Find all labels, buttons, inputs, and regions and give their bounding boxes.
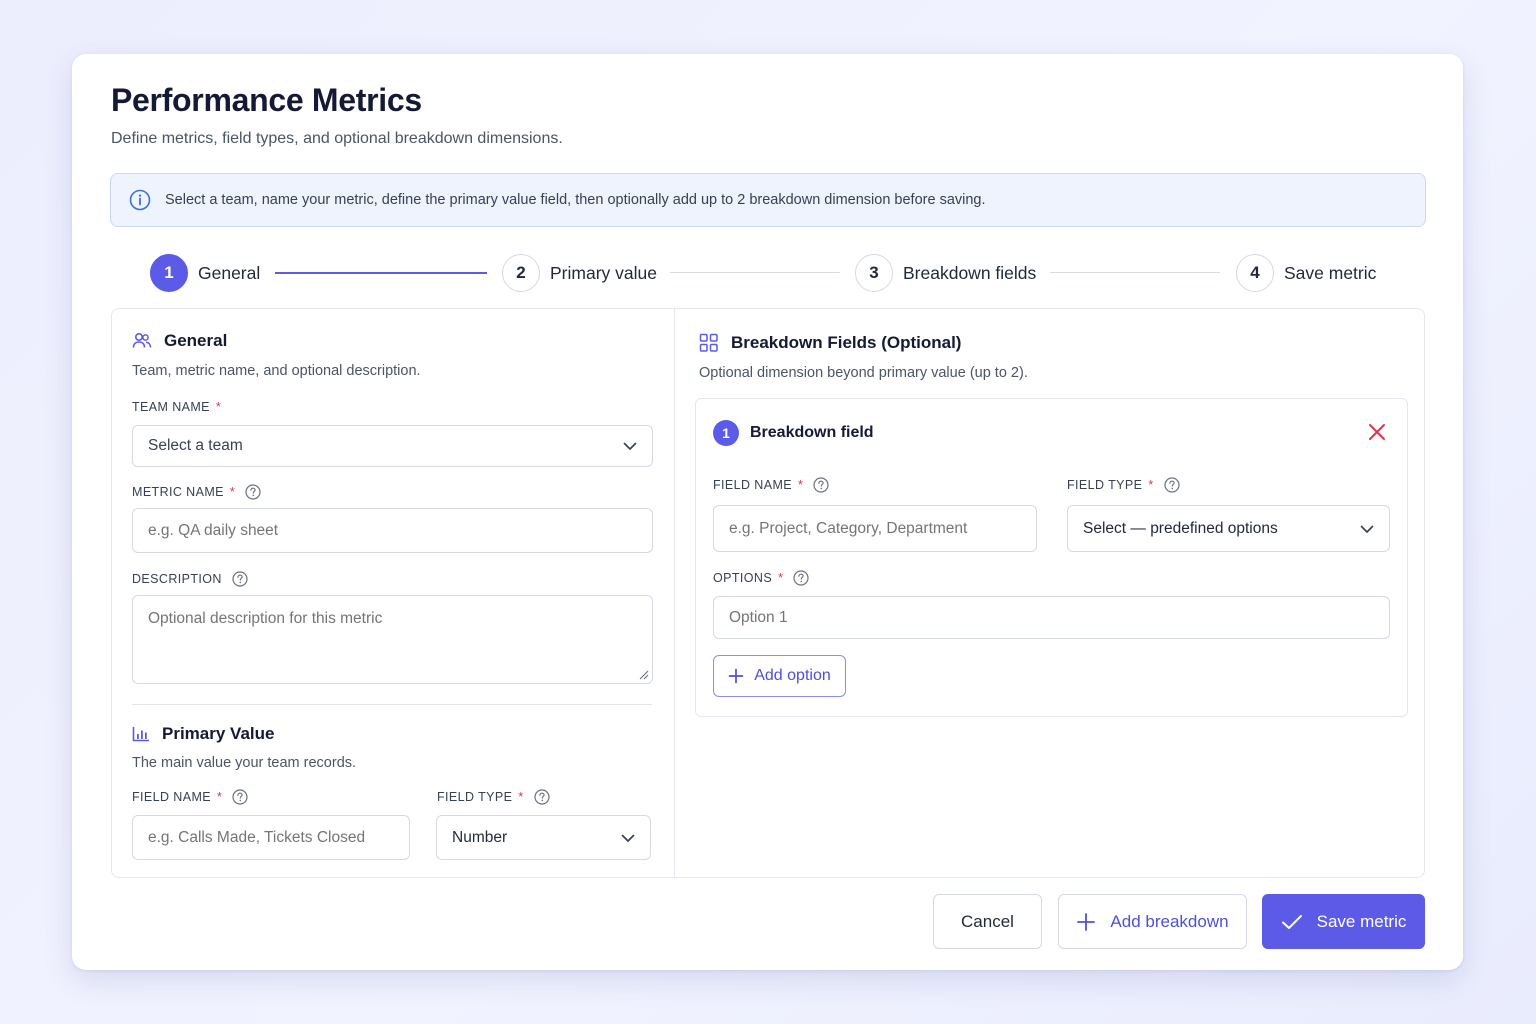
save-metric-label: Save metric [1316, 911, 1407, 931]
info-banner: Select a team, name your metric, define … [110, 173, 1426, 227]
breakdown-title: Breakdown Fields (Optional) [731, 333, 962, 352]
add-breakdown-label: Add breakdown [1110, 911, 1229, 931]
primary-value-description: The main value your team records. [132, 755, 357, 771]
bar-chart-icon [132, 727, 149, 742]
users-icon [132, 332, 152, 348]
step-save-metric[interactable]: 4 Save metric [1236, 253, 1376, 293]
primary-field-type-value: Number [452, 828, 508, 846]
chevron-down-icon [1360, 525, 1374, 533]
step-connector [670, 272, 840, 273]
help-icon[interactable] [245, 484, 261, 500]
options-label: Options * [713, 570, 809, 586]
step-label: Save metric [1284, 262, 1377, 283]
stepper: 1 General 2 Primary value 3 Breakdown fi… [150, 253, 1380, 293]
team-name-label: Team name * [132, 400, 222, 414]
resize-handle-icon[interactable] [639, 670, 649, 680]
breakdown-card-title: Breakdown field [750, 424, 874, 441]
help-icon[interactable] [232, 571, 248, 587]
step-general[interactable]: 1 General [150, 253, 260, 293]
step-number: 2 [502, 254, 540, 292]
panel-divider [674, 309, 675, 877]
help-icon[interactable] [813, 477, 829, 493]
primary-field-type-label: Field type * [437, 789, 550, 805]
add-option-label: Add option [754, 667, 831, 684]
step-label: Primary value [550, 262, 657, 283]
breakdown-description: Optional dimension beyond primary value … [699, 365, 1028, 381]
step-number: 1 [150, 254, 188, 292]
breakdown-field-card: 1 Breakdown field Field name* Field type… [695, 398, 1408, 717]
primary-value-title: Primary Value [162, 724, 275, 743]
description-label: Description [132, 571, 248, 587]
general-section-header: General [132, 331, 227, 351]
description-textarea[interactable] [132, 595, 653, 684]
breakdown-number-badge: 1 [713, 420, 739, 446]
breakdown-section-header: Breakdown Fields (Optional) [699, 333, 961, 353]
help-icon[interactable] [232, 789, 248, 805]
breakdown-field-name-label: Field name * [713, 477, 829, 493]
cancel-label: Cancel [961, 911, 1014, 931]
primary-value-section-header: Primary Value [132, 724, 274, 744]
metric-form-card: Performance Metrics Define metrics, fiel… [72, 54, 1463, 970]
step-number: 3 [855, 254, 893, 292]
section-divider [132, 704, 652, 705]
help-icon[interactable] [533, 789, 550, 805]
close-icon[interactable] [1368, 423, 1386, 441]
step-connector [1050, 272, 1220, 273]
step-breakdown-fields[interactable]: 3 Breakdown fields [855, 253, 1036, 293]
help-icon[interactable] [1163, 477, 1180, 493]
chevron-down-icon [623, 442, 637, 450]
step-connector [275, 272, 487, 274]
metric-name-input[interactable] [132, 508, 653, 553]
team-select[interactable]: Select a team [132, 425, 653, 467]
breakdown-field-name-input[interactable] [713, 505, 1037, 552]
primary-field-type-select[interactable]: Number [436, 815, 651, 860]
primary-field-name-input[interactable] [132, 815, 410, 860]
grid-icon [699, 333, 718, 352]
step-number: 4 [1236, 254, 1274, 292]
form-panels: General Team, metric name, and optional … [111, 308, 1425, 878]
page-subtitle: Define metrics, field types, and optiona… [111, 130, 563, 147]
info-banner-text: Select a team, name your metric, define … [165, 192, 986, 208]
breakdown-field-type-select[interactable]: Select — predefined options [1067, 505, 1390, 552]
breakdown-field-type-value: Select — predefined options [1083, 519, 1278, 537]
add-option-button[interactable]: Add option [713, 655, 846, 697]
breakdown-field-type-label: Field type * [1067, 477, 1180, 493]
check-icon [1281, 914, 1302, 929]
general-description: Team, metric name, and optional descript… [132, 363, 421, 379]
cancel-button[interactable]: Cancel [933, 894, 1042, 949]
info-icon [129, 189, 151, 211]
step-label: Breakdown fields [903, 262, 1037, 283]
primary-field-name-label: Field name * [132, 789, 248, 805]
step-primary-value[interactable]: 2 Primary value [502, 253, 657, 293]
add-breakdown-button[interactable]: Add breakdown [1058, 894, 1247, 949]
plus-icon [1077, 912, 1096, 931]
save-metric-button[interactable]: Save metric [1262, 894, 1425, 949]
team-select-value: Select a team [148, 437, 243, 454]
option-input[interactable] [713, 596, 1390, 639]
general-title: General [164, 331, 228, 350]
page-title: Performance Metrics [111, 82, 422, 118]
help-icon[interactable] [793, 570, 809, 586]
step-label: General [198, 262, 261, 283]
chevron-down-icon [621, 834, 635, 842]
plus-icon [728, 668, 744, 684]
metric-name-label: Metric name * [132, 484, 261, 500]
